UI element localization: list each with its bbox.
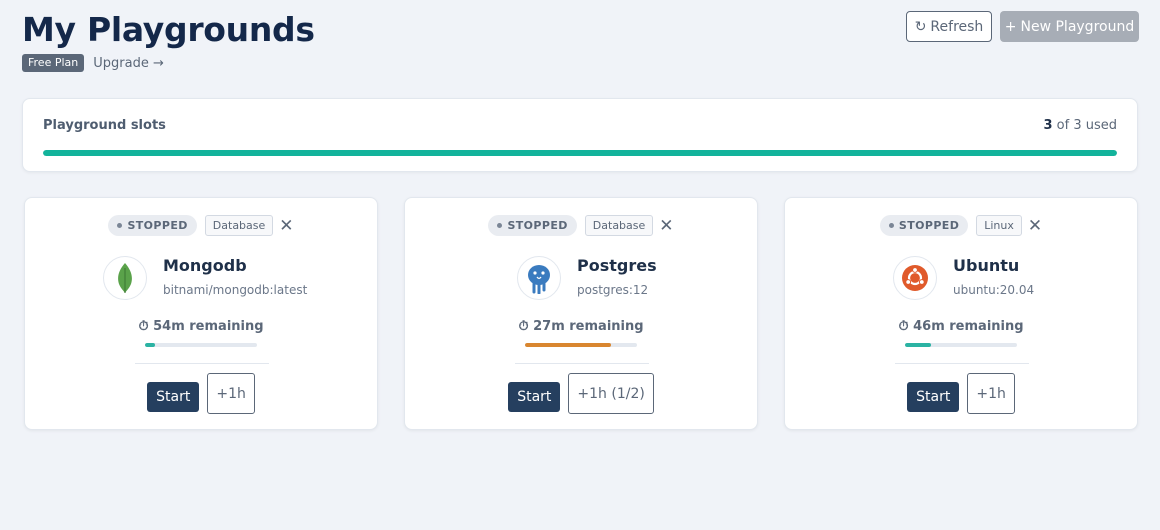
playground-card-postgres: STOPPED Database ✕ Postgres postgres:12 … xyxy=(404,197,758,430)
playground-name: Ubuntu xyxy=(953,256,1020,275)
slots-total: of 3 used xyxy=(1056,118,1117,133)
extend-button[interactable]: +1h xyxy=(207,373,255,414)
postgres-elephant-icon xyxy=(517,256,561,300)
remaining-label: 27m remaining xyxy=(533,319,644,334)
new-playground-button[interactable]: + New Playground xyxy=(1000,11,1139,42)
slots-progress-bar xyxy=(43,150,1117,156)
status-dot-icon xyxy=(497,223,503,228)
status-badge: STOPPED xyxy=(108,215,197,236)
start-button[interactable]: Start xyxy=(907,382,960,412)
stopwatch-icon: ⏱ xyxy=(898,319,909,334)
card-tag-row: STOPPED Linux ✕ xyxy=(785,215,1137,236)
upgrade-link[interactable]: Upgrade → xyxy=(93,56,164,71)
playground-name: Postgres xyxy=(577,256,657,275)
card-actions: Start +1h (1/2) xyxy=(405,373,757,414)
time-remaining: ⏱ 54m remaining xyxy=(25,319,377,334)
close-icon[interactable]: ✕ xyxy=(1028,217,1042,234)
card-actions: Start +1h xyxy=(785,373,1137,414)
playground-card-ubuntu: STOPPED Linux ✕ Ubuntu ubuntu:20.04 ⏱ 46… xyxy=(784,197,1138,430)
stopwatch-icon: ⏱ xyxy=(138,319,149,334)
slots-label: Playground slots xyxy=(43,118,166,133)
card-names: Postgres postgres:12 xyxy=(577,256,657,298)
card-identity: Postgres postgres:12 xyxy=(517,256,657,300)
extend-button[interactable]: +1h xyxy=(967,373,1015,414)
start-button[interactable]: Start xyxy=(508,382,561,412)
status-label: STOPPED xyxy=(898,219,960,232)
remaining-label: 54m remaining xyxy=(153,319,264,334)
slots-count: 3 of 3 used xyxy=(1043,118,1117,133)
category-tag: Database xyxy=(584,215,654,236)
page-title: My Playgrounds xyxy=(22,10,315,49)
refresh-label: Refresh xyxy=(930,18,984,35)
slots-progress-fill xyxy=(43,150,1117,156)
card-names: Ubuntu ubuntu:20.04 xyxy=(953,256,1034,298)
status-dot-icon xyxy=(117,223,123,228)
mongodb-leaf-icon xyxy=(103,256,147,300)
card-identity: Mongodb bitnami/mongodb:latest xyxy=(103,256,307,300)
close-icon[interactable]: ✕ xyxy=(279,217,293,234)
time-progress-fill xyxy=(905,343,931,347)
refresh-icon: ↻ xyxy=(914,18,927,35)
card-names: Mongodb bitnami/mongodb:latest xyxy=(163,256,307,298)
image-tag: postgres:12 xyxy=(577,283,649,297)
slots-used: 3 xyxy=(1043,118,1053,133)
stopwatch-icon: ⏱ xyxy=(518,319,529,334)
plan-row: Free Plan Upgrade → xyxy=(22,54,315,72)
time-remaining: ⏱ 46m remaining xyxy=(785,319,1137,334)
image-tag: ubuntu:20.04 xyxy=(953,283,1035,297)
image-tag: bitnami/mongodb:latest xyxy=(163,283,308,297)
ubuntu-logo-icon xyxy=(893,256,937,300)
plus-icon: + xyxy=(1004,18,1017,35)
status-label: STOPPED xyxy=(507,219,568,232)
time-progress-bar xyxy=(145,343,257,347)
playground-card-mongodb: STOPPED Database ✕ Mongodb bitnami/mongo… xyxy=(24,197,378,430)
card-divider xyxy=(515,363,649,364)
status-dot-icon xyxy=(888,223,894,228)
close-icon[interactable]: ✕ xyxy=(659,217,673,234)
time-progress-fill xyxy=(525,343,612,347)
category-tag: Database xyxy=(204,215,274,236)
card-tag-row: STOPPED Database ✕ xyxy=(405,215,757,236)
time-remaining: ⏱ 27m remaining xyxy=(405,319,757,334)
card-divider xyxy=(895,363,1029,364)
plan-badge: Free Plan xyxy=(22,54,85,72)
time-progress-fill xyxy=(145,343,156,347)
remaining-label: 46m remaining xyxy=(913,319,1024,334)
playground-slots-panel: Playground slots 3 of 3 used xyxy=(22,98,1138,172)
new-playground-label: New Playground xyxy=(1020,18,1135,35)
start-button[interactable]: Start xyxy=(147,382,200,412)
card-identity: Ubuntu ubuntu:20.04 xyxy=(893,256,1034,300)
card-actions: Start +1h xyxy=(25,373,377,414)
extend-button[interactable]: +1h (1/2) xyxy=(568,373,654,414)
status-label: STOPPED xyxy=(127,219,188,232)
time-progress-bar xyxy=(525,343,637,347)
page-header: My Playgrounds Free Plan Upgrade → xyxy=(22,8,315,72)
status-badge: STOPPED xyxy=(488,215,577,236)
category-tag: Linux xyxy=(976,215,1022,236)
time-progress-bar xyxy=(905,343,1017,347)
card-tag-row: STOPPED Database ✕ xyxy=(25,215,377,236)
playground-name: Mongodb xyxy=(163,256,247,275)
refresh-button[interactable]: ↻ Refresh xyxy=(906,11,992,42)
status-badge: STOPPED xyxy=(879,215,969,236)
card-divider xyxy=(135,363,269,364)
